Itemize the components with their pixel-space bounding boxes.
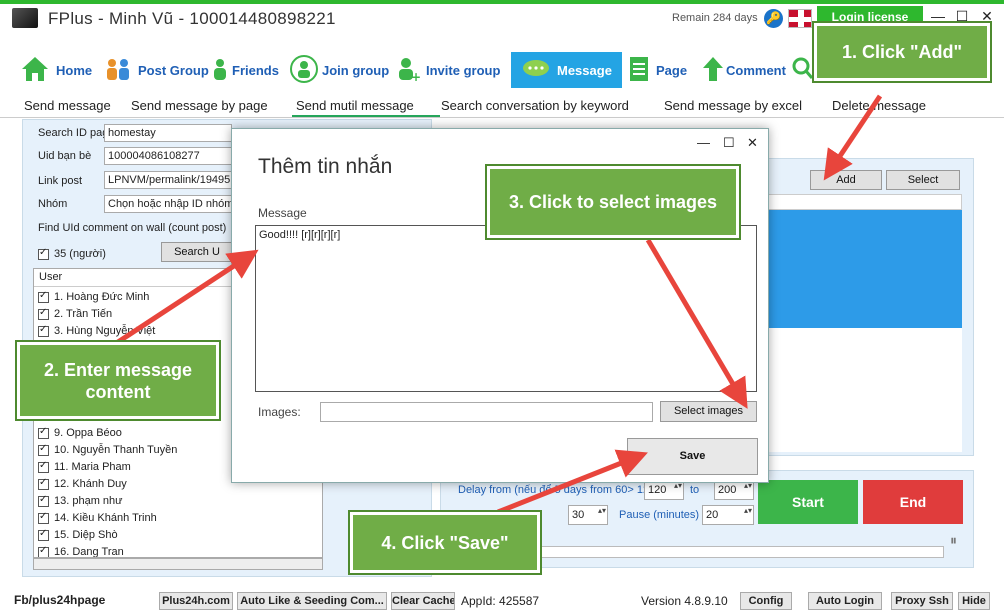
arrow-to-select-images	[645, 238, 748, 409]
hide-button[interactable]: Hide	[958, 592, 990, 610]
auto-like-link[interactable]: Auto Like & Seeding Com...	[237, 592, 387, 610]
config-button[interactable]: Config	[740, 592, 792, 610]
callout-step-1: 1. Click "Add"	[812, 21, 992, 83]
callout-step-3: 3. Click to select images	[485, 164, 741, 240]
proxy-ssh-button[interactable]: Proxy Ssh	[891, 592, 953, 610]
callout-step-2: 2. Enter message content	[15, 340, 221, 421]
arrow-to-message	[116, 249, 259, 345]
version-label: Version 4.8.9.10	[641, 594, 728, 608]
fb-page-label: Fb/plus24hpage	[14, 593, 106, 607]
plus24h-link[interactable]: Plus24h.com	[159, 592, 233, 610]
auto-login-button[interactable]: Auto Login	[808, 592, 882, 610]
callout-step-4: 4. Click "Save"	[348, 510, 542, 575]
arrow-to-save	[497, 449, 648, 515]
arrow-to-add	[823, 94, 883, 181]
clear-cache-button[interactable]: Clear Cache	[391, 592, 455, 610]
appid-label: AppId: 425587	[461, 594, 540, 608]
